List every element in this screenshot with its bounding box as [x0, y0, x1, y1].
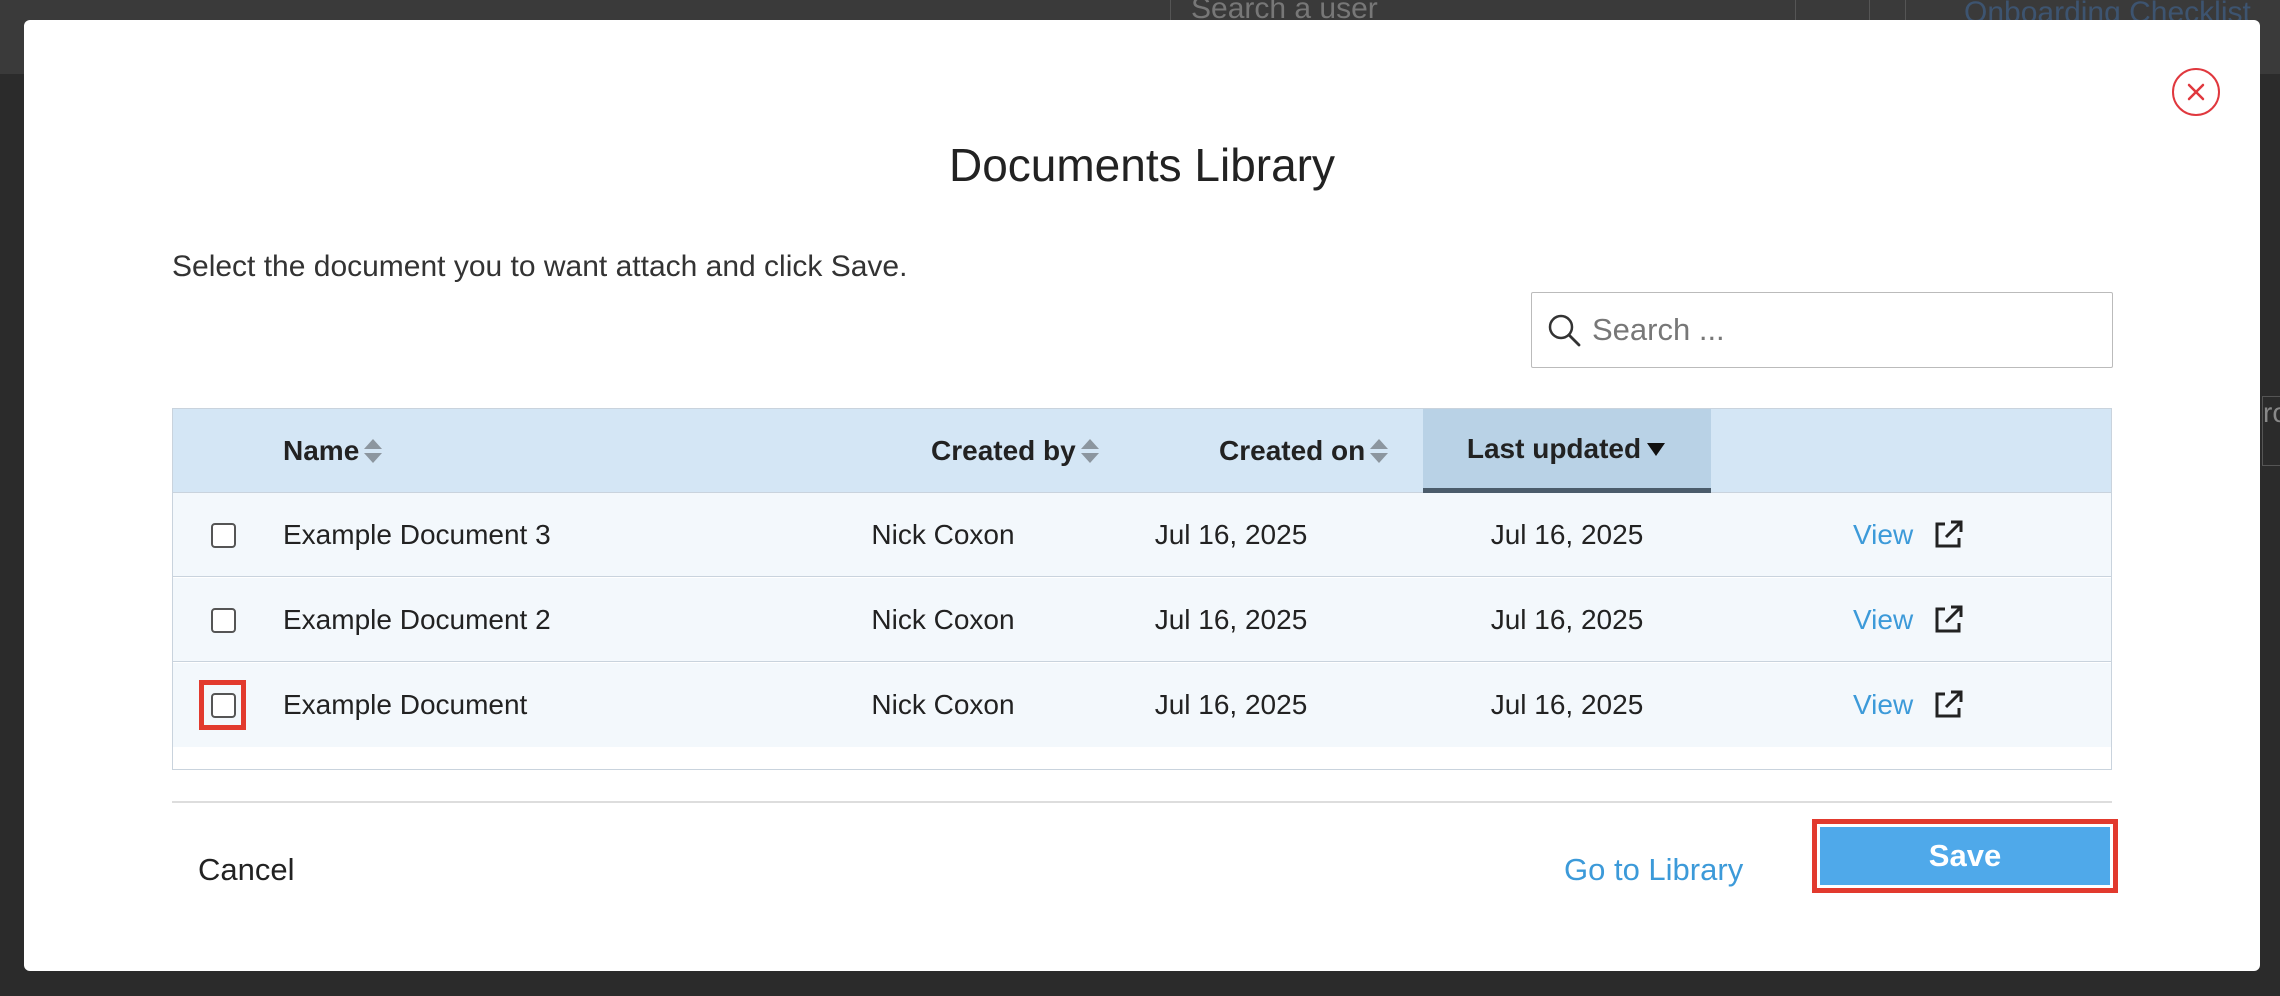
save-button[interactable]: Save	[1820, 827, 2110, 885]
save-button-highlight: Save	[1812, 819, 2118, 893]
created-by: Nick Coxon	[871, 519, 1015, 550]
row-checkbox[interactable]	[211, 523, 236, 548]
column-header-created-by[interactable]: Created by	[931, 409, 1100, 493]
view-cell: View	[1853, 663, 1965, 747]
external-link-icon[interactable]	[1931, 603, 1965, 637]
footer-divider	[172, 801, 2112, 803]
created-on: Jul 16, 2025	[1154, 604, 1308, 635]
last-updated: Jul 16, 2025	[1490, 604, 1644, 635]
created-on: Jul 16, 2025	[1154, 689, 1308, 720]
table-header: Name Created by Created on Last updated	[173, 409, 2111, 493]
caret-down-icon	[1647, 442, 1666, 456]
last-updated: Jul 16, 2025	[1490, 519, 1644, 550]
view-cell: View	[1853, 578, 1965, 662]
view-link[interactable]: View	[1853, 519, 1913, 551]
go-to-library-link[interactable]: Go to Library	[1564, 852, 1743, 888]
close-button[interactable]	[2172, 68, 2220, 116]
column-header-name[interactable]: Name	[283, 409, 383, 493]
document-name: Example Document	[283, 689, 528, 720]
sort-both-icon	[1370, 439, 1389, 463]
modal-title: Documents Library	[948, 139, 1336, 191]
table-row: Example Document 2 Nick Coxon Jul 16, 20…	[173, 578, 2111, 662]
table-row: Example Document Nick Coxon Jul 16, 2025…	[173, 663, 2111, 747]
sort-both-icon	[364, 439, 383, 463]
view-link[interactable]: View	[1853, 689, 1913, 721]
view-link[interactable]: View	[1853, 604, 1913, 636]
view-cell: View	[1853, 493, 1965, 577]
document-name: Example Document 2	[283, 604, 551, 635]
created-on: Jul 16, 2025	[1154, 519, 1308, 550]
checkbox-highlight	[199, 680, 246, 730]
background-edge-element: ro	[2262, 396, 2280, 466]
table-row: Example Document 3 Nick Coxon Jul 16, 20…	[173, 493, 2111, 577]
close-icon	[2187, 83, 2205, 101]
column-header-created-on[interactable]: Created on	[1219, 409, 1389, 493]
documents-table: Name Created by Created on Last updated …	[172, 408, 2112, 770]
external-link-icon[interactable]	[1931, 688, 1965, 722]
external-link-icon[interactable]	[1931, 518, 1965, 552]
column-header-last-updated[interactable]: Last updated	[1423, 409, 1711, 493]
row-checkbox[interactable]	[211, 608, 236, 633]
cancel-button[interactable]: Cancel	[198, 852, 295, 888]
search-icon	[1548, 314, 1581, 347]
document-name: Example Document 3	[283, 519, 551, 550]
instructions-text: Select the document you to want attach a…	[172, 250, 908, 283]
search-field[interactable]	[1531, 292, 2113, 368]
created-by: Nick Coxon	[871, 689, 1015, 720]
documents-library-modal: Documents Library Select the document yo…	[24, 20, 2260, 971]
search-input[interactable]	[1592, 312, 2072, 348]
created-by: Nick Coxon	[871, 604, 1015, 635]
sort-both-icon	[1080, 439, 1099, 463]
last-updated: Jul 16, 2025	[1490, 689, 1644, 720]
